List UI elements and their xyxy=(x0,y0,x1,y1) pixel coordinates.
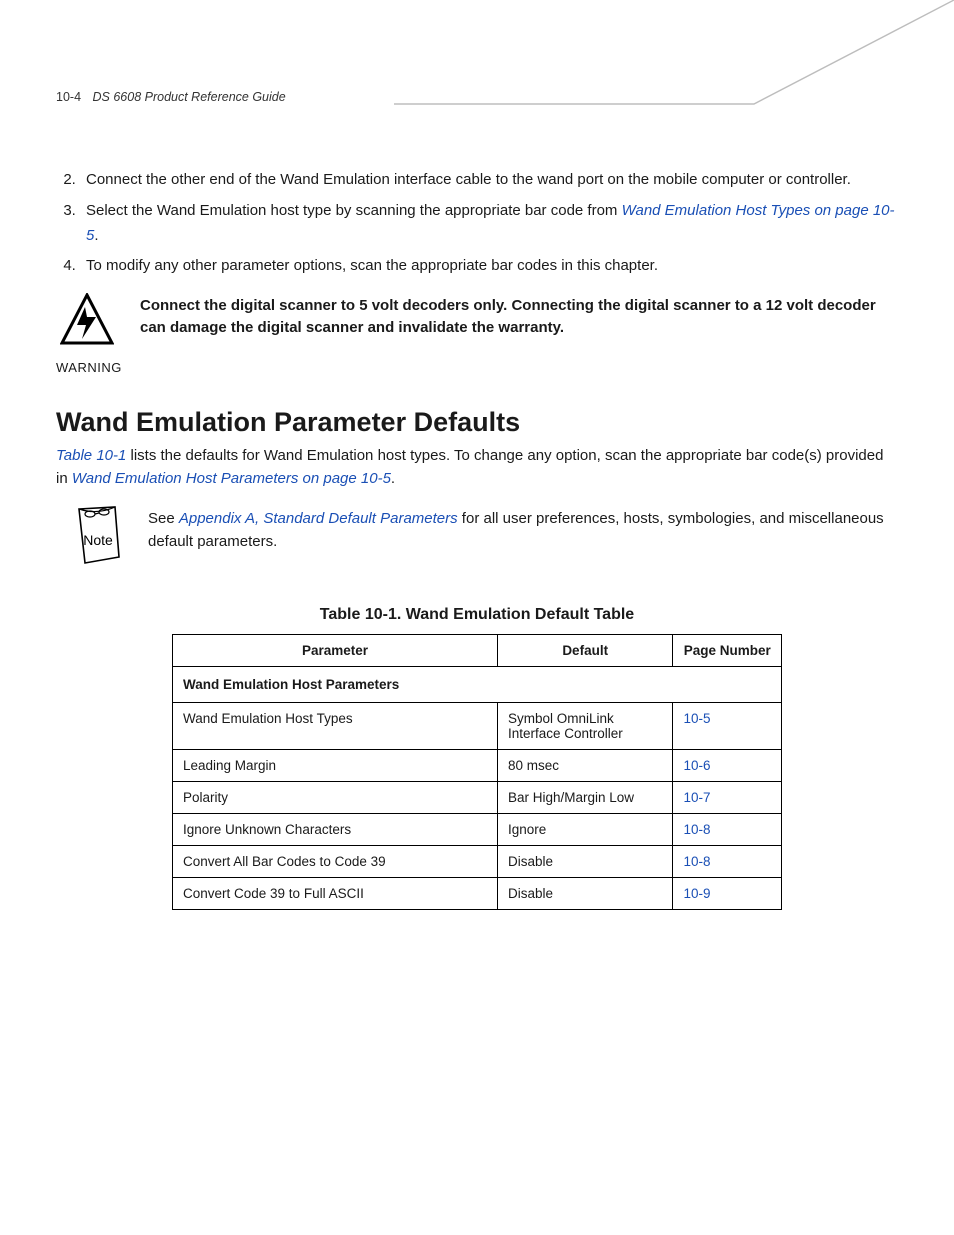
note-icon-column: Note xyxy=(70,505,126,570)
col-page-number: Page Number xyxy=(673,634,782,666)
warning-icon xyxy=(60,293,114,351)
running-header: 10-4 DS 6608 Product Reference Guide xyxy=(56,90,898,104)
link-appendix-a[interactable]: Appendix A, Standard Default Parameters xyxy=(179,510,458,527)
table-row: Wand Emulation Host Types Symbol OmniLin… xyxy=(173,702,782,749)
page-link[interactable]: 10-7 xyxy=(683,790,710,805)
warning-label: WARNING xyxy=(56,360,118,375)
step-3: Select the Wand Emulation host type by s… xyxy=(80,199,898,249)
intro-post: . xyxy=(391,470,395,487)
table-row: Convert Code 39 to Full ASCII Disable 10… xyxy=(173,877,782,909)
warning-text: Connect the digital scanner to 5 volt de… xyxy=(140,293,898,339)
cell-param: Leading Margin xyxy=(173,749,498,781)
section-heading: Wand Emulation Parameter Defaults xyxy=(56,407,898,438)
page-number: 10-4 xyxy=(56,90,81,104)
step-4-text: To modify any other parameter options, s… xyxy=(86,257,658,274)
table-row: Ignore Unknown Characters Ignore 10-8 xyxy=(173,813,782,845)
page-link[interactable]: 10-9 xyxy=(683,886,710,901)
note-icon: Note xyxy=(73,505,123,565)
defaults-table: Parameter Default Page Number Wand Emula… xyxy=(172,634,782,910)
step-2-text: Connect the other end of the Wand Emulat… xyxy=(86,171,851,188)
step-3-post: . xyxy=(94,227,98,244)
step-3-pre: Select the Wand Emulation host type by s… xyxy=(86,202,622,219)
cell-param: Wand Emulation Host Types xyxy=(173,702,498,749)
cell-default: Bar High/Margin Low xyxy=(497,781,672,813)
note-text: See Appendix A, Standard Default Paramet… xyxy=(148,507,898,554)
table-header-row: Parameter Default Page Number xyxy=(173,634,782,666)
table-row: Convert All Bar Codes to Code 39 Disable… xyxy=(173,845,782,877)
cell-param: Convert All Bar Codes to Code 39 xyxy=(173,845,498,877)
page-link[interactable]: 10-5 xyxy=(683,711,710,726)
step-4: To modify any other parameter options, s… xyxy=(80,254,898,279)
warning-icon-column: WARNING xyxy=(56,293,118,375)
page: 10-4 DS 6608 Product Reference Guide Con… xyxy=(0,0,954,1235)
step-2: Connect the other end of the Wand Emulat… xyxy=(80,168,898,193)
table-section-row: Wand Emulation Host Parameters xyxy=(173,666,782,702)
book-title: DS 6608 Product Reference Guide xyxy=(93,90,286,104)
cell-param: Polarity xyxy=(173,781,498,813)
intro-paragraph: Table 10-1 lists the defaults for Wand E… xyxy=(56,444,898,491)
warning-block: WARNING Connect the digital scanner to 5… xyxy=(56,293,898,375)
section-row-label: Wand Emulation Host Parameters xyxy=(173,666,782,702)
cell-default: 80 msec xyxy=(497,749,672,781)
note-pre: See xyxy=(148,510,179,527)
cell-default: Symbol OmniLink Interface Controller xyxy=(497,702,672,749)
table-row: Leading Margin 80 msec 10-6 xyxy=(173,749,782,781)
cell-param: Ignore Unknown Characters xyxy=(173,813,498,845)
link-table-ref[interactable]: Table 10-1 xyxy=(56,447,126,464)
note-label-text: Note xyxy=(83,532,113,548)
table-row: Polarity Bar High/Margin Low 10-7 xyxy=(173,781,782,813)
note-block: Note See Appendix A, Standard Default Pa… xyxy=(70,505,898,570)
cell-param: Convert Code 39 to Full ASCII xyxy=(173,877,498,909)
page-link[interactable]: 10-6 xyxy=(683,758,710,773)
table-caption: Table 10-1. Wand Emulation Default Table xyxy=(56,606,898,624)
cell-default: Disable xyxy=(497,845,672,877)
cell-default: Ignore xyxy=(497,813,672,845)
col-parameter: Parameter xyxy=(173,634,498,666)
link-host-parameters[interactable]: Wand Emulation Host Parameters on page 1… xyxy=(72,470,391,487)
page-link[interactable]: 10-8 xyxy=(683,822,710,837)
page-link[interactable]: 10-8 xyxy=(683,854,710,869)
cell-default: Disable xyxy=(497,877,672,909)
col-default: Default xyxy=(497,634,672,666)
step-list: Connect the other end of the Wand Emulat… xyxy=(80,168,898,279)
